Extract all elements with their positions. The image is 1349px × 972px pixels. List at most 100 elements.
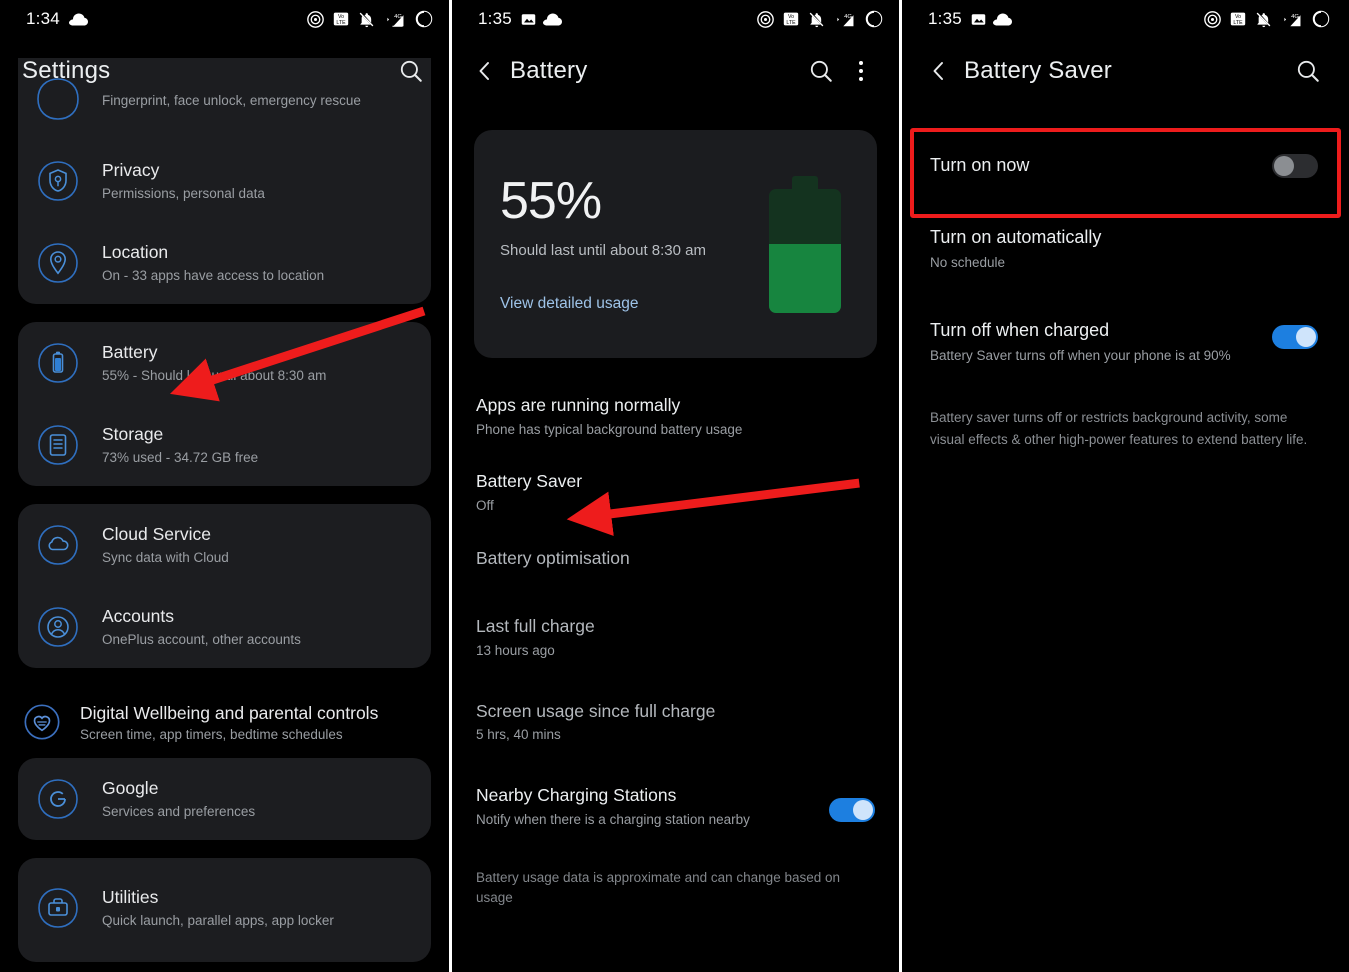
cloud-icon	[992, 13, 1012, 25]
volte-icon: VoLTE	[783, 12, 799, 26]
settings-card-cloud-accounts: Cloud Service Sync data with Cloud Accou…	[18, 504, 431, 668]
panel-battery-saver: 1:35 Vo LTE 4G Battery Saver Turn on now…	[899, 0, 1346, 972]
volte-icon: VoLTE	[1230, 12, 1246, 26]
list-item-battery[interactable]: Battery 55% - Should last until about 8:…	[18, 322, 431, 404]
status-time: 1:35	[928, 9, 962, 28]
list-item-google[interactable]: Google Services and preferences	[18, 758, 431, 840]
list-item-subtitle: Screen time, app timers, bedtime schedul…	[80, 726, 343, 742]
search-icon[interactable]	[801, 51, 841, 91]
list-item-screen-usage[interactable]: Screen usage since full charge 5 hrs, 40…	[476, 690, 875, 774]
list-item-subtitle: On - 33 apps have access to location	[102, 267, 325, 283]
list-item-title: Cloud Service	[102, 523, 211, 544]
status-bar-panel3: 1:35 Vo LTE 4G	[902, 0, 1346, 38]
three-panel-screenshot: 1:34 Vo LTE 4G Settings Fingerprint, fac…	[0, 0, 1349, 972]
list-item-subtitle: Phone has typical background battery usa…	[476, 421, 743, 437]
cloud-sync-icon	[34, 521, 82, 569]
list-item-title: Battery optimisation	[476, 547, 630, 568]
cast-icon	[307, 10, 324, 28]
cast-icon	[1204, 10, 1221, 28]
settings-card-utilities: Utilities Quick launch, parallel apps, a…	[18, 858, 431, 962]
list-item-title: Storage	[102, 423, 164, 444]
list-item-subtitle: Quick launch, parallel apps, app locker	[102, 912, 334, 928]
list-item-battery-optimisation[interactable]: Battery optimisation	[476, 537, 875, 606]
list-item[interactable]: Location On - 33 apps have access to loc…	[18, 222, 431, 304]
status-time: 1:35	[478, 9, 512, 28]
turn-off-when-charged-toggle[interactable]	[1272, 324, 1318, 349]
status-right-icons: Vo LTE 4G	[757, 10, 883, 28]
status-left-icons	[971, 12, 1012, 27]
settings-card-battery-storage: Battery 55% - Should last until about 8:…	[18, 322, 431, 486]
battery-options-list: Apps are running normally Phone has typi…	[452, 358, 899, 850]
list-item-subtitle: 5 hrs, 40 mins	[476, 727, 561, 743]
list-item-title: Screen usage since full charge	[476, 700, 716, 721]
list-item-title: Google	[102, 777, 159, 798]
battery-circle-icon	[865, 10, 883, 28]
list-item-nearby-charging-stations[interactable]: Nearby Charging Stations Notify when the…	[476, 774, 875, 850]
list-item-apps-running[interactable]: Apps are running normally Phone has typi…	[476, 384, 875, 460]
svg-text:LTE: LTE	[1233, 20, 1243, 26]
list-item-last-full-charge[interactable]: Last full charge 13 hours ago	[476, 605, 875, 689]
list-item-turn-on-automatically[interactable]: Turn on automatically No schedule	[930, 208, 1318, 301]
list-item-title: Accounts	[102, 605, 174, 626]
list-item[interactable]: Privacy Permissions, personal data	[18, 140, 431, 222]
list-item-turn-on-now[interactable]: Turn on now	[930, 138, 1318, 208]
list-item-title: Nearby Charging Stations	[476, 784, 677, 805]
status-right-icons: Vo LTE 4G	[307, 10, 433, 28]
location-pin-icon	[34, 239, 82, 287]
cloud-icon	[542, 13, 562, 25]
status-left-icons	[68, 13, 88, 26]
cast-icon	[757, 10, 774, 28]
google-g-icon	[34, 775, 82, 823]
signal-4g-icon: 4G	[837, 13, 854, 26]
svg-text:LTE: LTE	[786, 20, 796, 26]
list-item-subtitle: Notify when there is a charging station …	[476, 811, 750, 827]
search-icon[interactable]	[1288, 51, 1328, 91]
list-item-cloud-service[interactable]: Cloud Service Sync data with Cloud	[18, 504, 431, 586]
turn-on-now-toggle[interactable]	[1272, 154, 1318, 178]
battery-saver-footer-note: Battery saver turns off or restricts bac…	[930, 410, 1308, 447]
cloud-icon	[68, 13, 88, 25]
list-item-subtitle: Battery Saver turns off when your phone …	[930, 348, 1231, 363]
search-icon[interactable]	[391, 51, 431, 91]
fingerprint-icon	[34, 75, 82, 123]
list-item-subtitle: 55% - Should last until about 8:30 am	[102, 367, 327, 383]
list-item-accounts[interactable]: Accounts OnePlus account, other accounts	[18, 586, 431, 668]
back-arrow-icon[interactable]	[922, 54, 956, 88]
toolbox-icon	[34, 884, 82, 932]
signal-4g-icon: 4G	[387, 13, 404, 27]
svg-text:LTE: LTE	[336, 20, 346, 26]
account-icon	[34, 603, 82, 651]
list-item-title: Last full charge	[476, 616, 595, 637]
image-icon	[971, 13, 986, 25]
list-item-title: Utilities	[102, 886, 159, 907]
volte-icon: VoLTE	[333, 12, 349, 26]
battery-saver-app-bar: Battery Saver	[902, 38, 1346, 104]
list-item-subtitle: Off	[476, 498, 494, 514]
mute-bell-icon	[1256, 12, 1271, 27]
battery-status-card: 55% Should last until about 8:30 am View…	[474, 130, 877, 358]
battery-estimate: Should last until about 8:30 am	[500, 242, 706, 259]
list-item-storage[interactable]: Storage 73% used - 34.72 GB free	[18, 404, 431, 486]
view-detailed-usage-link[interactable]: View detailed usage	[500, 295, 638, 313]
list-item-utilities[interactable]: Utilities Quick launch, parallel apps, a…	[18, 858, 431, 962]
status-bar-panel2: 1:35 Vo LTE 4G	[452, 0, 899, 38]
list-item-title: Battery	[102, 341, 158, 362]
list-item-turn-off-when-charged[interactable]: Turn off when charged Battery Saver turn…	[930, 301, 1318, 386]
list-item-battery-saver[interactable]: Battery Saver Off	[476, 460, 875, 536]
heart-wellbeing-icon	[22, 702, 62, 742]
battery-app-bar: Battery	[452, 38, 899, 104]
list-item-title: Digital Wellbeing and parental controls	[80, 702, 379, 723]
status-bar-panel1: 1:34 Vo LTE 4G	[0, 0, 449, 38]
list-item-subtitle: Permissions, personal data	[102, 185, 265, 201]
list-item-subtitle: 13 hours ago	[476, 643, 555, 659]
settings-card-google: Google Services and preferences	[18, 758, 431, 840]
status-left-icons	[521, 12, 562, 27]
list-item-digital-wellbeing[interactable]: Digital Wellbeing and parental controls …	[0, 686, 449, 758]
mute-bell-icon	[809, 12, 824, 27]
back-arrow-icon[interactable]	[468, 54, 502, 88]
kebab-menu-icon[interactable]	[841, 51, 881, 91]
battery-circle-icon	[415, 10, 433, 28]
status-time: 1:34	[26, 9, 60, 28]
battery-circle-icon	[1312, 10, 1330, 28]
nearby-charging-toggle[interactable]	[829, 797, 875, 822]
